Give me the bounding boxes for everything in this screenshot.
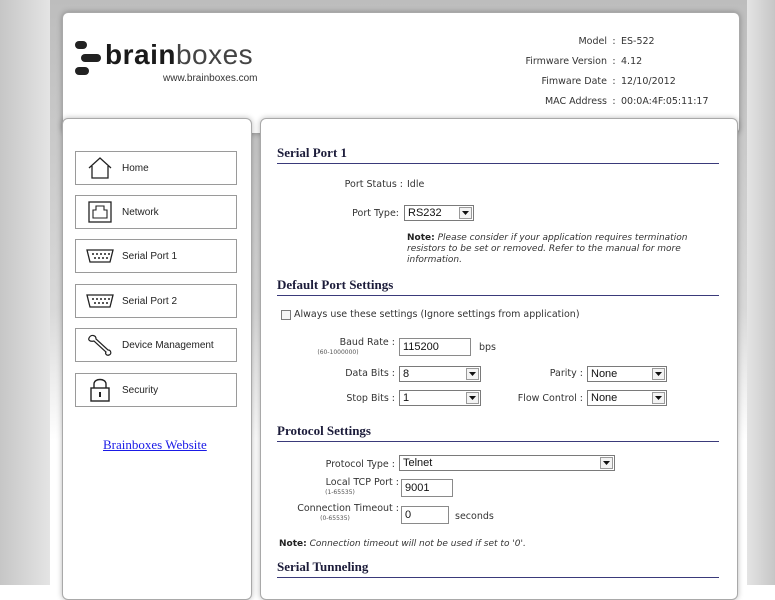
info-firmware-date: Fimware Date:12/10/2012	[541, 75, 676, 87]
baud-rate-input[interactable]: 115200	[399, 338, 471, 356]
port-status-value: Idle	[407, 179, 425, 190]
always-use-checkbox[interactable]	[281, 310, 291, 320]
connection-timeout-label: Connection Timeout : (0-65535)	[297, 503, 399, 522]
port-type-note: Note: Please consider if your applicatio…	[407, 233, 688, 265]
flow-control-label: Flow Control :	[517, 393, 583, 404]
section-title-default-port: Default Port Settings	[277, 277, 719, 296]
stop-bits-label: Stop Bits :	[346, 393, 395, 404]
local-tcp-port-input[interactable]: 9001	[401, 479, 453, 497]
section-title-serial-port: Serial Port 1	[277, 145, 719, 164]
wrench-icon	[82, 331, 118, 359]
padlock-icon	[82, 376, 118, 404]
port-status-label: Port Status :	[344, 179, 403, 190]
serial-port-icon	[82, 242, 118, 270]
device-info: Model: ES-522 Firmware Version:4.12 Fimwa…	[467, 31, 721, 111]
baud-rate-label: Baud Rate : (60-1000000)	[317, 337, 395, 356]
data-bits-label: Data Bits :	[345, 368, 395, 379]
logo-mark	[75, 41, 87, 49]
protocol-type-label: Protocol Type :	[325, 459, 395, 470]
parity-select[interactable]: None	[587, 366, 667, 382]
logo-url: www.brainboxes.com	[163, 73, 258, 84]
header-panel: brainboxes www.brainboxes.com Model: ES-5…	[62, 12, 740, 134]
left-margin	[0, 0, 50, 585]
connection-timeout-input[interactable]: 0	[401, 506, 449, 524]
info-mac-address: MAC Address:00:0A:4F:05:11:17	[544, 95, 709, 107]
timeout-note: Note: Connection timeout will not be use…	[279, 539, 526, 549]
chevron-down-icon	[600, 457, 613, 469]
chevron-down-icon	[652, 368, 665, 380]
sidebar-item-network[interactable]: Network	[75, 195, 237, 229]
section-title-serial-tunneling: Serial Tunneling	[277, 559, 719, 578]
sidebar-panel: Home Network Serial Port 1 Serial Port 2…	[62, 118, 252, 600]
always-use-label: Always use these settings (Ignore settin…	[294, 309, 580, 320]
info-firmware-version: Firmware Version:4.12	[525, 55, 643, 67]
baud-unit: bps	[479, 342, 497, 353]
logo-wordmark: brainboxes	[105, 39, 254, 70]
logo-mark	[81, 54, 101, 62]
chevron-down-icon	[466, 368, 479, 380]
brainboxes-logo[interactable]: brainboxes www.brainboxes.com	[75, 35, 275, 95]
timeout-unit: seconds	[455, 511, 494, 522]
home-icon	[82, 154, 118, 182]
local-tcp-port-label: Local TCP Port : (1-65535)	[325, 477, 399, 496]
port-type-select[interactable]: RS232	[404, 205, 474, 221]
data-bits-select[interactable]: 8	[399, 366, 481, 382]
sidebar-item-device-management[interactable]: Device Management	[75, 328, 237, 362]
brainboxes-website-link[interactable]: Brainboxes Website	[103, 437, 207, 453]
sidebar-item-home[interactable]: Home	[75, 151, 237, 185]
info-model: Model: ES-522	[578, 35, 655, 47]
sidebar-item-serial-port-1[interactable]: Serial Port 1	[75, 239, 237, 273]
stop-bits-select[interactable]: 1	[399, 390, 481, 406]
parity-label: Parity :	[549, 368, 583, 379]
chevron-down-icon	[459, 207, 472, 219]
content-panel: Serial Port 1 Port Status : Idle Port Ty…	[260, 118, 738, 600]
logo-mark	[75, 67, 89, 75]
sidebar-item-security[interactable]: Security	[75, 373, 237, 407]
right-margin	[747, 0, 775, 585]
serial-port-icon	[82, 287, 118, 315]
chevron-down-icon	[652, 392, 665, 404]
protocol-type-select[interactable]: Telnet	[399, 455, 615, 471]
port-type-label: Port Type:	[352, 208, 399, 219]
flow-control-select[interactable]: None	[587, 390, 667, 406]
sidebar-item-serial-port-2[interactable]: Serial Port 2	[75, 284, 237, 318]
chevron-down-icon	[466, 392, 479, 404]
network-icon	[82, 198, 118, 226]
section-title-protocol: Protocol Settings	[277, 423, 719, 442]
